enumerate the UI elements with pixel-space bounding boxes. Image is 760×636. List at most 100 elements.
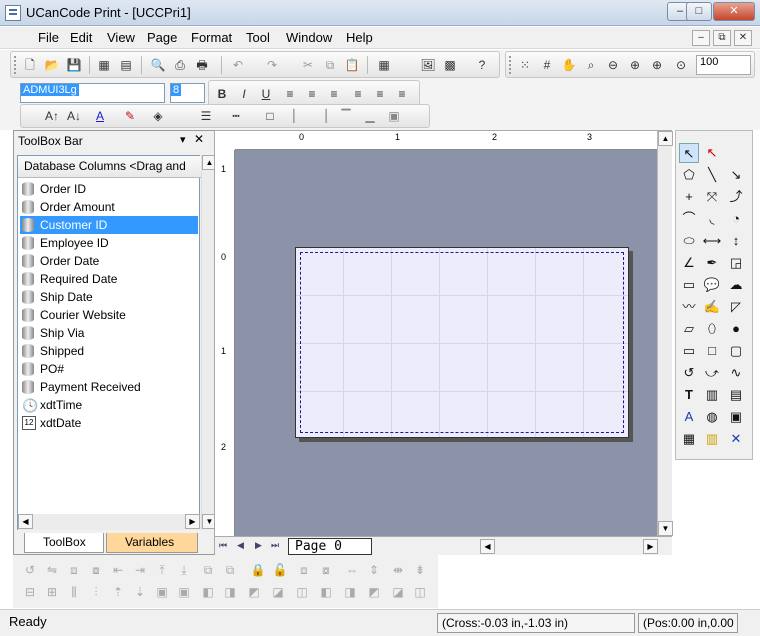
copy-icon[interactable]: ⧉	[321, 56, 339, 74]
connector-icon[interactable]: ⤴	[726, 187, 746, 207]
bezier-icon[interactable]: ⤻	[702, 363, 722, 383]
same-height-icon[interactable]: ⇕	[365, 561, 383, 579]
list-item[interactable]: Order Amount	[20, 198, 198, 216]
layer5-icon[interactable]: ◫	[293, 583, 311, 601]
cut-icon[interactable]: ✂	[299, 56, 317, 74]
angle-icon[interactable]: ∠	[679, 253, 699, 273]
send-back-icon[interactable]: ⧇	[317, 561, 335, 579]
arc-icon[interactable]: ⌒	[679, 209, 699, 229]
canvas-vertical-scrollbar[interactable]: ▲ ▼	[657, 131, 673, 536]
align-left-icon[interactable]: ≡	[281, 85, 299, 103]
list-item[interactable]: Order ID	[20, 180, 198, 198]
list-item[interactable]: Order Date	[20, 252, 198, 270]
order-icon[interactable]: ▣	[153, 583, 171, 601]
curve-icon[interactable]: ◟	[702, 209, 722, 229]
move-up-icon[interactable]: ⇡	[109, 583, 127, 601]
list-item[interactable]: PO#	[20, 360, 198, 378]
menu-edit[interactable]: Edit	[70, 30, 92, 45]
callout-icon[interactable]: ◲	[726, 253, 746, 273]
font-size-combo[interactable]: 8	[170, 83, 205, 103]
dimension-h-icon[interactable]: ⟷	[702, 231, 722, 251]
menu-file[interactable]: File	[38, 30, 59, 45]
wave-icon[interactable]: ∿	[726, 363, 746, 383]
center-h-icon[interactable]: ⊟	[21, 583, 39, 601]
align-center-icon[interactable]: ≡	[303, 85, 321, 103]
menu-help[interactable]: Help	[346, 30, 373, 45]
select-arrow-icon[interactable]: ↖	[679, 143, 699, 163]
pan-hand-icon[interactable]: ✋	[560, 56, 578, 74]
save-icon[interactable]: 💾	[65, 56, 83, 74]
order2-icon[interactable]: ▣	[175, 583, 193, 601]
polygon-icon[interactable]: ⬠	[679, 165, 699, 185]
picture-icon[interactable]: ▣	[726, 407, 746, 427]
delete-icon[interactable]: ✕	[726, 429, 746, 449]
help-icon[interactable]: ?	[473, 56, 491, 74]
hscroll-right[interactable]: ▶	[643, 539, 658, 554]
rect-callout-icon[interactable]: ▭	[679, 275, 699, 295]
table-grid-icon[interactable]: ▦	[679, 429, 699, 449]
line-icon[interactable]: ╲	[702, 165, 722, 185]
database-icon[interactable]: ▦	[95, 56, 113, 74]
globe-icon[interactable]: ◍	[702, 407, 722, 427]
mdi-close-button[interactable]: ✕	[734, 30, 752, 46]
menu-page[interactable]: Page	[147, 30, 177, 45]
shrink-font-icon[interactable]: A↓	[65, 107, 83, 125]
new-icon[interactable]: 🗋	[21, 56, 39, 74]
list-item-selected[interactable]: Customer ID	[20, 216, 198, 234]
border-right-icon[interactable]: ▕	[313, 107, 331, 125]
redo-icon[interactable]: ↷	[263, 56, 281, 74]
dist-h-icon[interactable]: ⫼	[65, 583, 83, 601]
layer2-icon[interactable]: ◨	[221, 583, 239, 601]
image-icon[interactable]: 🖼	[419, 56, 437, 74]
spiral-icon[interactable]: ↺	[679, 363, 699, 383]
round-callout-icon[interactable]: 💬	[702, 275, 722, 295]
highlight-icon[interactable]: ✎	[121, 107, 139, 125]
layer10-icon[interactable]: ◫	[411, 583, 429, 601]
menu-tool[interactable]: Tool	[246, 30, 270, 45]
align-top-icon[interactable]: ≡	[349, 85, 367, 103]
hscroll-left[interactable]: ◀	[480, 539, 495, 554]
zoom-tool-icon[interactable]: ⌕	[582, 56, 600, 74]
cloud-callout-icon[interactable]: ☁	[726, 275, 746, 295]
snap-grid-icon[interactable]: #	[538, 56, 556, 74]
font-name-combo[interactable]: ADMUI3Lg	[20, 83, 165, 103]
page-tab[interactable]: Page 0	[288, 538, 372, 555]
list-item[interactable]: Ship Date	[20, 288, 198, 306]
link-line-icon[interactable]: ⤧	[702, 187, 722, 207]
freehand-icon[interactable]: 〰	[679, 297, 699, 317]
bring-front-icon[interactable]: ⧈	[295, 561, 313, 579]
border-top-icon[interactable]: ▔	[337, 107, 355, 125]
align-bottom-edge-icon[interactable]: ⤓	[175, 561, 193, 579]
parallelogram-icon[interactable]: ▱	[679, 319, 699, 339]
font-a-icon[interactable]: A	[679, 407, 699, 427]
pie-icon[interactable]: ◔	[726, 209, 746, 229]
grow-font-icon[interactable]: A↑	[43, 107, 61, 125]
list-item[interactable]: 12 xdtDate	[20, 414, 198, 432]
freeform-icon[interactable]: ◸	[726, 297, 746, 317]
layer-icon[interactable]: ◧	[199, 583, 217, 601]
menu-format[interactable]: Format	[191, 30, 232, 45]
rounded-rect-icon[interactable]: ▢	[726, 341, 746, 361]
tab-variables[interactable]: Variables	[106, 533, 198, 553]
layer6-icon[interactable]: ◧	[317, 583, 335, 601]
rectangle-icon[interactable]: ▭	[679, 341, 699, 361]
dimension-v-icon[interactable]: ↕	[726, 231, 746, 251]
layer4-icon[interactable]: ◪	[269, 583, 287, 601]
center-v-icon[interactable]: ⊞	[43, 583, 61, 601]
menu-view[interactable]: View	[107, 30, 135, 45]
zoom-100-icon[interactable]: ⊙	[672, 56, 690, 74]
align-middle-icon[interactable]: ≡	[371, 85, 389, 103]
layer8-icon[interactable]: ◩	[365, 583, 383, 601]
layer7-icon[interactable]: ◨	[341, 583, 359, 601]
select-add-icon[interactable]: ↖	[702, 143, 722, 163]
panel-close-icon[interactable]: ✕	[194, 132, 204, 146]
space-h-icon[interactable]: ⇼	[389, 561, 407, 579]
italic-button[interactable]: I	[235, 85, 253, 103]
cross-line-icon[interactable]: +	[679, 187, 699, 207]
last-page-icon[interactable]: ⏭	[271, 540, 279, 551]
align-bottom-icon[interactable]: ≡	[393, 85, 411, 103]
text-format-icon[interactable]: ▤	[726, 385, 746, 405]
first-page-icon[interactable]: ⏮	[219, 540, 227, 551]
draw-pen-icon[interactable]: ✍	[702, 297, 722, 317]
list-item[interactable]: 🕓 xdtTime	[20, 396, 198, 414]
